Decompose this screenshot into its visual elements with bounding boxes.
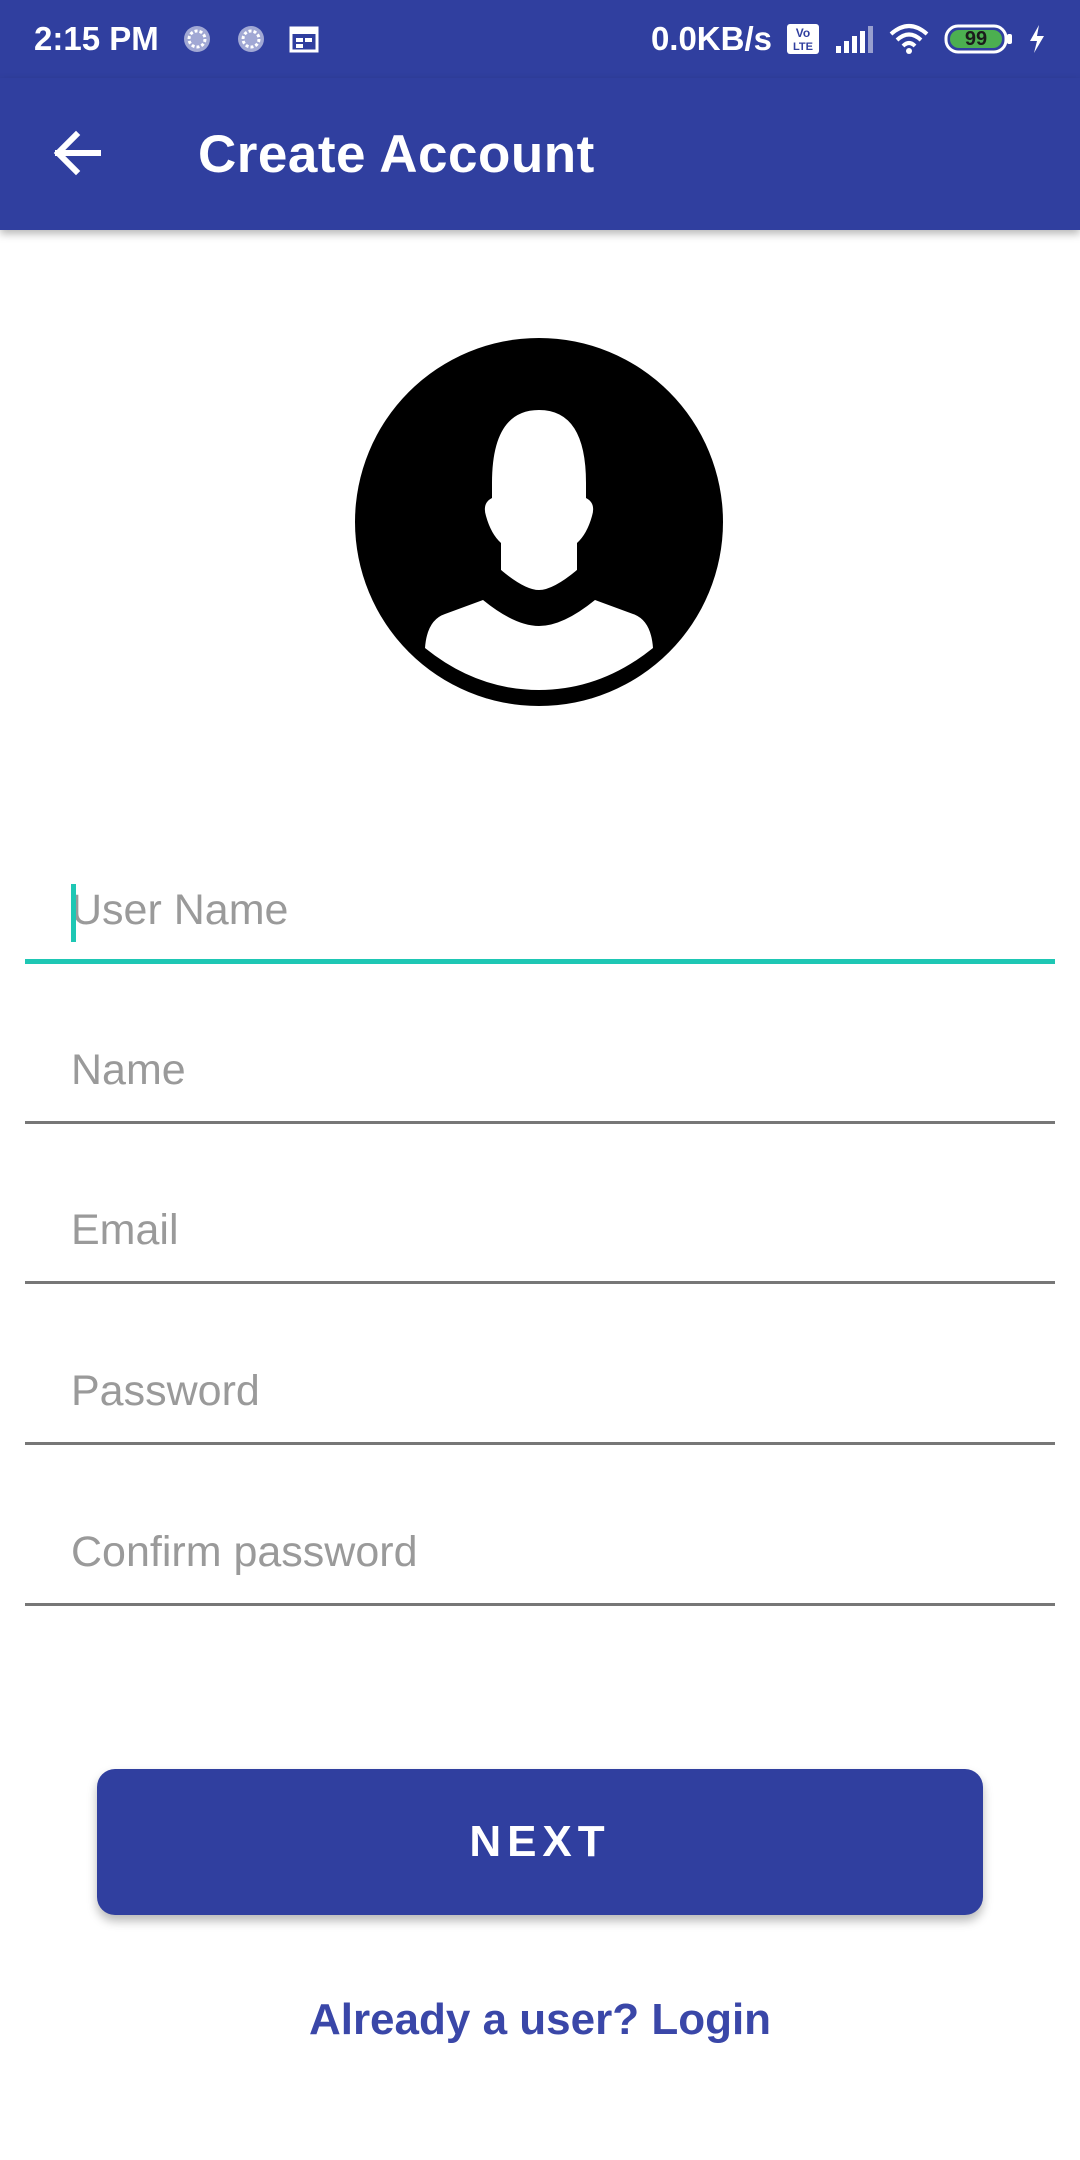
volte-icon: Vo LTE: [786, 23, 820, 55]
account-circle-icon: [355, 338, 723, 706]
username-field[interactable]: [25, 854, 1055, 964]
email-input[interactable]: [71, 1190, 1031, 1270]
sync-circle-icon: [181, 23, 213, 55]
app-bar: Create Account: [0, 78, 1080, 230]
confirm-password-input[interactable]: [71, 1512, 1031, 1592]
password-input[interactable]: [71, 1351, 1031, 1431]
status-right: 0.0KB/s Vo LTE 99: [651, 20, 1046, 58]
text-cursor: [71, 884, 76, 942]
charging-icon: [1028, 24, 1046, 54]
svg-text:LTE: LTE: [793, 41, 813, 53]
confirm-password-field[interactable]: [25, 1496, 1055, 1606]
email-field[interactable]: [25, 1174, 1055, 1284]
page-title: Create Account: [198, 124, 595, 184]
password-field[interactable]: [25, 1335, 1055, 1445]
avatar[interactable]: [355, 338, 723, 706]
battery-level: 99: [964, 27, 988, 50]
battery-icon: 99: [944, 23, 1014, 55]
status-time: 2:15 PM: [34, 20, 159, 57]
signal-icon: [834, 24, 874, 54]
sync-circle-icon: [235, 23, 267, 55]
name-field[interactable]: [25, 1014, 1055, 1124]
svg-text:Vo: Vo: [796, 26, 810, 40]
back-button[interactable]: [44, 122, 110, 188]
status-bar: 2:15 PM 0.0KB/s Vo LTE 99: [0, 0, 1080, 78]
calendar-icon: [289, 25, 319, 53]
create-account-screen: 2:15 PM 0.0KB/s Vo LTE 99 Create Account…: [0, 0, 1080, 2160]
status-left: 2:15 PM: [34, 20, 319, 58]
wifi-icon: [888, 23, 930, 55]
name-input[interactable]: [71, 1030, 1031, 1110]
arrow-back-icon: [52, 128, 102, 183]
next-button[interactable]: NEXT: [97, 1769, 983, 1915]
network-speed: 0.0KB/s: [650, 20, 772, 57]
login-link[interactable]: Already a user? Login: [0, 1985, 1080, 2055]
username-input[interactable]: [71, 870, 1031, 950]
